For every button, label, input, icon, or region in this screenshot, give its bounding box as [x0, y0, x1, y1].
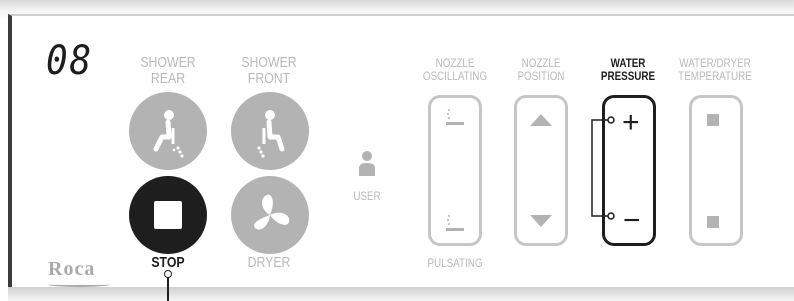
nozzle-oscillating-control[interactable]: [428, 95, 482, 246]
stop-label: STOP: [151, 254, 185, 271]
user-icon: [359, 151, 375, 176]
temperature-control[interactable]: [689, 95, 743, 246]
panel-bottom-edge: [8, 287, 794, 301]
pressure-range-bracket: [591, 116, 615, 220]
shower-rear-label: SHOWER REAR: [140, 54, 196, 87]
pressure-minus-button[interactable]: −: [623, 206, 641, 236]
user-label: USER: [353, 189, 381, 203]
shower-rear-icon: [153, 110, 184, 158]
fan-icon: [254, 194, 290, 230]
dryer-label: DRYER: [247, 254, 291, 271]
logo-underline: [48, 282, 110, 287]
pressure-plus-button[interactable]: +: [622, 108, 640, 138]
shower-front-label: SHOWER FRONT: [241, 54, 297, 87]
pulsating-label: PULSATING: [427, 256, 483, 270]
arrow-up-icon[interactable]: [530, 114, 552, 126]
nozzle-position-label: NOZZLE POSITION: [517, 56, 565, 83]
nozzle-position-control[interactable]: [514, 95, 568, 246]
dryer-button[interactable]: [231, 176, 309, 254]
stop-indicator-dot: [164, 270, 172, 278]
stop-icon: [154, 201, 182, 229]
temperature-down-icon[interactable]: [707, 216, 719, 228]
water-pressure-label: WATER PRESSURE: [600, 56, 656, 83]
control-panel: 08 SHOWER REAR SHOWER FRONT STOP DRYER U…: [0, 0, 794, 301]
nozzle-oscillating-label: NOZZLE OSCILLATING: [422, 56, 488, 83]
stop-indicator-line: [167, 278, 169, 301]
nozzle-position-arrows: [530, 114, 552, 227]
segment-display: 08: [46, 38, 93, 84]
arrow-down-icon[interactable]: [530, 215, 552, 227]
temperature-up-icon[interactable]: [707, 114, 719, 126]
shower-front-button[interactable]: [231, 92, 309, 170]
shower-rear-button[interactable]: [129, 92, 207, 170]
stop-button[interactable]: [129, 176, 207, 254]
oscillating-icon: [446, 109, 464, 231]
roca-logo: Roca: [48, 258, 96, 280]
temperature-label: WATER/DRYER TEMPERATURE: [678, 56, 752, 83]
shower-front-icon: [257, 110, 285, 158]
